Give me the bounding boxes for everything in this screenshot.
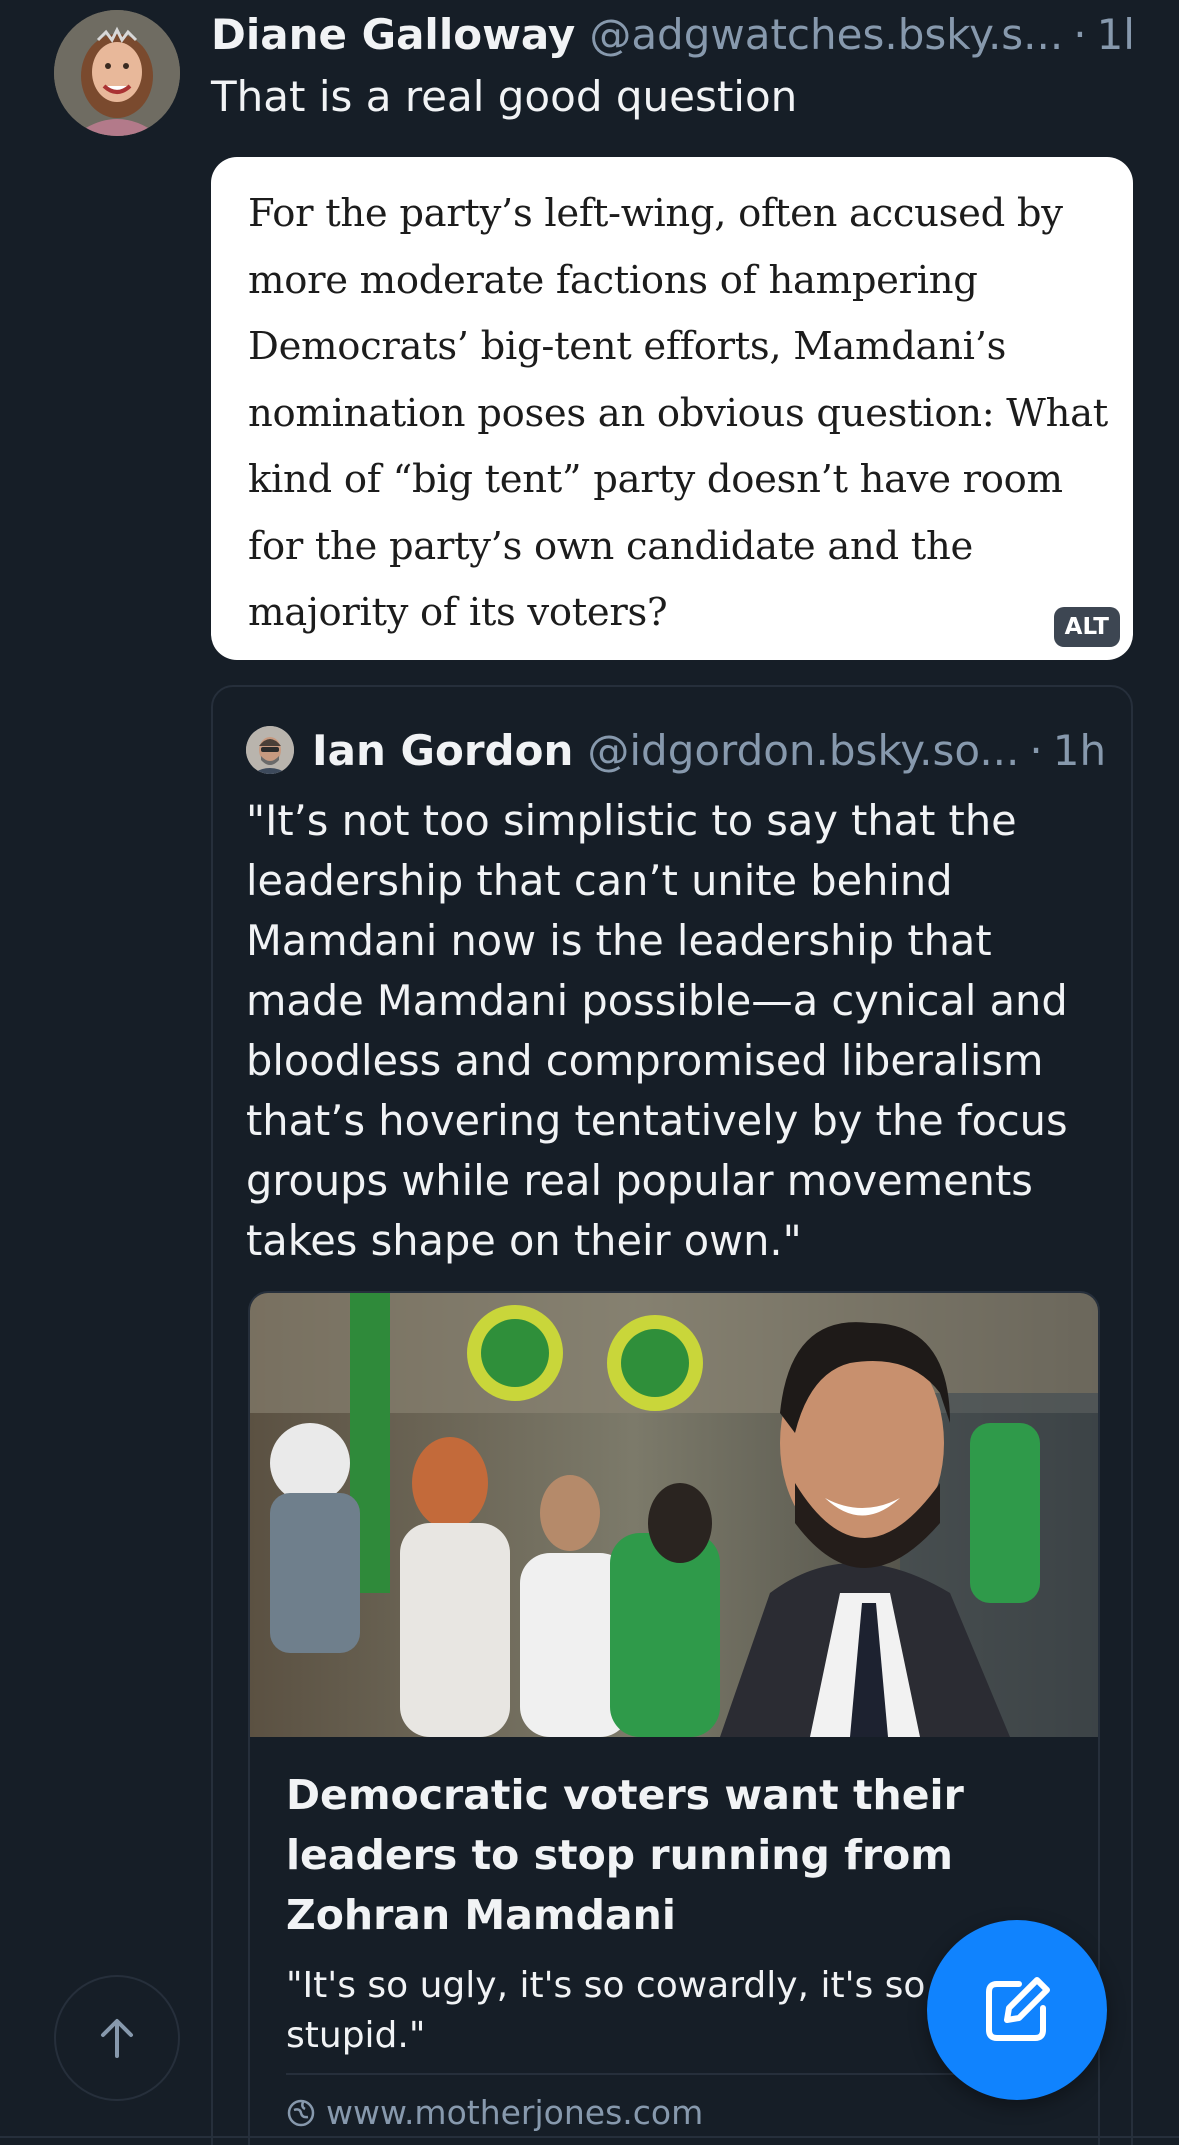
image-quoted-text: For the party’s left-wing, often accused… <box>248 191 1108 635</box>
post-container: Diane Galloway @adgwatches.bsky.s... · 1… <box>0 0 1179 2145</box>
post-timestamp[interactable]: 1h <box>1097 10 1131 59</box>
link-embed-title: Democratic voters want their leaders to … <box>286 1771 964 1939</box>
author-handle[interactable]: @adgwatches.bsky.s... <box>589 10 1063 59</box>
bottom-divider <box>0 2136 1179 2138</box>
arrow-up-icon <box>101 2019 133 2058</box>
embed-divider <box>286 2073 1062 2075</box>
scroll-to-top-button[interactable] <box>54 1975 180 2101</box>
author-avatar[interactable] <box>54 10 180 136</box>
quoted-post-header: Ian Gordon @idgordon.bsky.so... · 1h <box>246 723 1116 777</box>
quoted-post-text: "It’s not too simplistic to say that the… <box>246 796 1068 1265</box>
alt-badge[interactable]: ALT <box>1053 607 1120 647</box>
author-name[interactable]: Diane Galloway <box>211 10 575 59</box>
quoted-separator-dot: · <box>1029 725 1043 775</box>
link-embed-image <box>250 1293 1098 1737</box>
link-embed-domain[interactable]: www.motherjones.com <box>286 2093 703 2132</box>
quoted-author-handle[interactable]: @idgordon.bsky.so... <box>587 726 1019 775</box>
quoted-author-name[interactable]: Ian Gordon <box>312 726 573 775</box>
globe-icon <box>287 2099 315 2126</box>
compose-button[interactable] <box>927 1920 1107 2100</box>
post-text: That is a real good question <box>211 72 798 121</box>
quoted-post-timestamp[interactable]: 1h <box>1053 726 1106 775</box>
post-image[interactable]: For the party’s left-wing, often accused… <box>211 157 1133 660</box>
quoted-author-avatar[interactable] <box>246 726 294 774</box>
separator-dot: · <box>1073 9 1087 59</box>
domain-text: www.motherjones.com <box>326 2093 704 2132</box>
compose-icon <box>986 1977 1050 2041</box>
post-header: Diane Galloway @adgwatches.bsky.s... · 1… <box>211 4 1131 64</box>
